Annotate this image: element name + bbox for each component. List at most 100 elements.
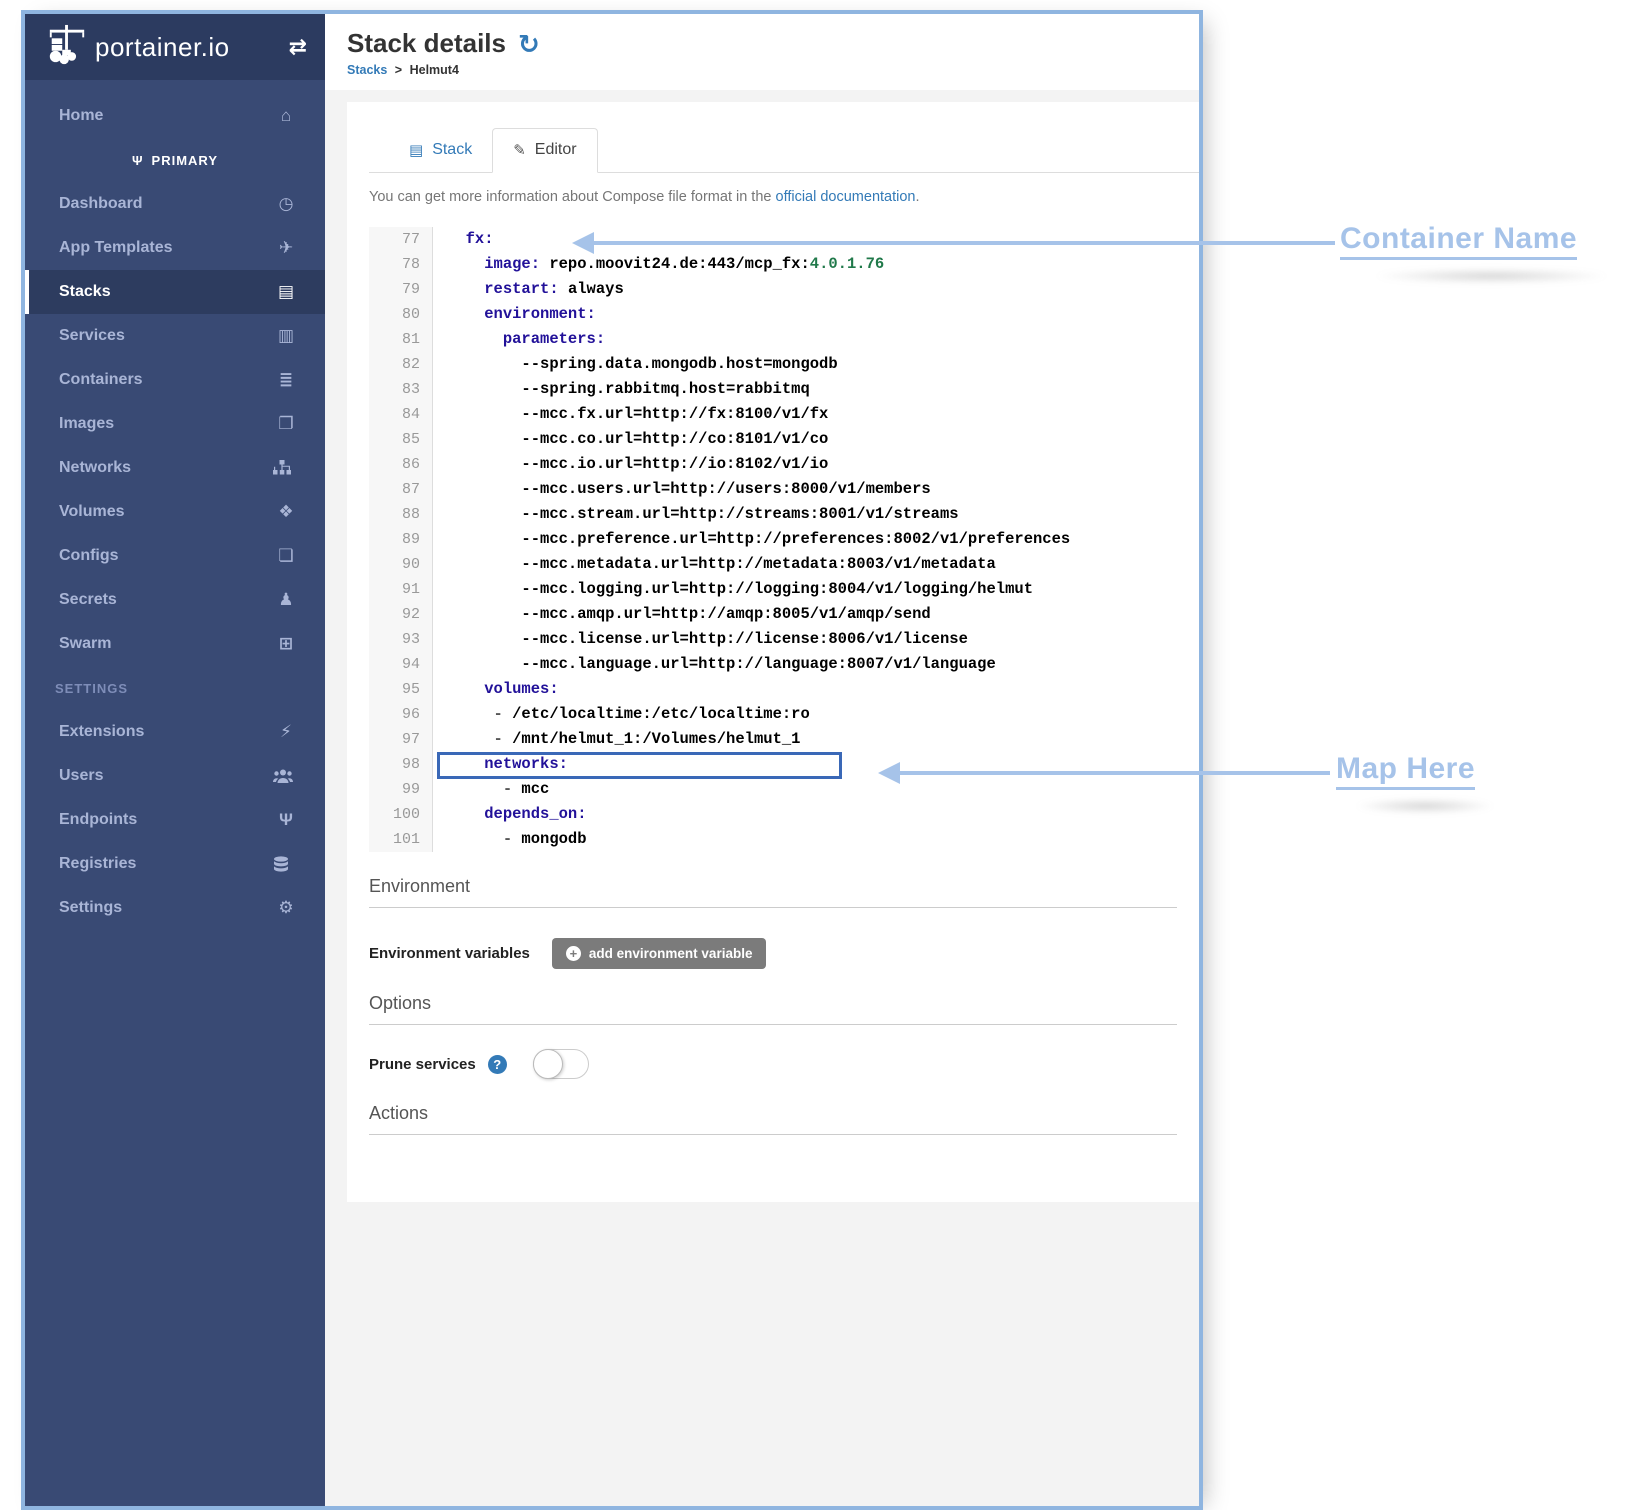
editor-line-92[interactable]: 92 --mcc.amqp.url=http://amqp:8005/v1/am…: [369, 602, 1199, 627]
sidebar-item-containers[interactable]: Containers≣: [25, 358, 325, 402]
sidebar-item-dashboard[interactable]: Dashboard◷: [25, 182, 325, 226]
pencil-icon: ✎: [513, 141, 526, 159]
line-number: 86: [369, 452, 433, 477]
editor-line-84[interactable]: 84 --mcc.fx.url=http://fx:8100/v1/fx: [369, 402, 1199, 427]
editor-line-100[interactable]: 100 depends_on:: [369, 802, 1199, 827]
page-title: Stack details: [347, 28, 506, 59]
tab-stack[interactable]: ▤ Stack: [389, 128, 492, 173]
code-text: - mcc: [433, 777, 549, 802]
sidebar-item-home[interactable]: Home⌂: [25, 94, 325, 138]
sidebar-item-images[interactable]: Images❐: [25, 402, 325, 446]
editor-line-99[interactable]: 99 - mcc: [369, 777, 1199, 802]
editor-line-93[interactable]: 93 --mcc.license.url=http://license:8006…: [369, 627, 1199, 652]
sidebar-item-label: Dashboard: [59, 195, 143, 213]
map-here-annotation: Map Here: [1336, 752, 1475, 790]
line-number: 91: [369, 577, 433, 602]
code-text: image: repo.moovit24.de:443/mcp_fx:4.0.1…: [433, 252, 884, 277]
code-text: --mcc.license.url=http://license:8006/v1…: [433, 627, 968, 652]
sidebar-item-secrets[interactable]: Secrets♟: [25, 578, 325, 622]
sidebar-item-label: Networks: [59, 459, 131, 477]
add-environment-variable-label: add environment variable: [589, 946, 753, 961]
editor-line-91[interactable]: 91 --mcc.logging.url=http://logging:8004…: [369, 577, 1199, 602]
editor-line-86[interactable]: 86 --mcc.io.url=http://io:8102/v1/io: [369, 452, 1199, 477]
editor-line-78[interactable]: 78 image: repo.moovit24.de:443/mcp_fx:4.…: [369, 252, 1199, 277]
sidebar-item-label: Configs: [59, 547, 119, 565]
editor-line-95[interactable]: 95 volumes:: [369, 677, 1199, 702]
editor-line-81[interactable]: 81 parameters:: [369, 327, 1199, 352]
plug-icon: Ψ: [132, 153, 144, 168]
code-text: volumes:: [433, 677, 559, 702]
refresh-icon[interactable]: ↻: [518, 31, 540, 57]
sidebar-item-users[interactable]: Users: [25, 754, 325, 798]
code-text: --mcc.stream.url=http://streams:8001/v1/…: [433, 502, 959, 527]
code-text: parameters:: [433, 327, 605, 352]
line-number: 85: [369, 427, 433, 452]
editor-line-82[interactable]: 82 --spring.data.mongodb.host=mongodb: [369, 352, 1199, 377]
breadcrumb-current: Helmut4: [410, 63, 459, 77]
sidebar: portainer.io ⇄ Home⌂ΨPRIMARYDashboard◷Ap…: [25, 14, 325, 1506]
tab-editor[interactable]: ✎ Editor: [492, 128, 597, 173]
container-name-annotation: Container Name: [1340, 222, 1577, 260]
line-number: 92: [369, 602, 433, 627]
line-number: 101: [369, 827, 433, 852]
code-text: --mcc.io.url=http://io:8102/v1/io: [433, 452, 828, 477]
brand-name: portainer.io: [95, 32, 230, 63]
exchange-endpoints-icon[interactable]: ⇄: [289, 34, 307, 60]
sidebar-item-networks[interactable]: Networks: [25, 446, 325, 490]
line-number: 90: [369, 552, 433, 577]
code-text: --mcc.logging.url=http://logging:8004/v1…: [433, 577, 1033, 602]
sidebar-item-label: Secrets: [59, 591, 117, 609]
editor-line-77[interactable]: 77 fx:: [369, 227, 1199, 252]
editor-line-79[interactable]: 79 restart: always: [369, 277, 1199, 302]
sidebar-item-app-templates[interactable]: App Templates✈: [25, 226, 325, 270]
editor-line-80[interactable]: 80 environment:: [369, 302, 1199, 327]
sidebar-item-label: Stacks: [59, 283, 111, 301]
line-number: 82: [369, 352, 433, 377]
editor-line-101[interactable]: 101 - mongodb: [369, 827, 1199, 852]
add-environment-variable-button[interactable]: + add environment variable: [552, 938, 767, 969]
sidebar-item-extensions[interactable]: Extensions ⚡: [25, 710, 325, 754]
sidebar-item-endpoints[interactable]: EndpointsΨ: [25, 798, 325, 842]
editor-line-85[interactable]: 85 --mcc.co.url=http://co:8101/v1/co: [369, 427, 1199, 452]
editor-line-83[interactable]: 83 --spring.rabbitmq.host=rabbitmq: [369, 377, 1199, 402]
editor-line-87[interactable]: 87 --mcc.users.url=http://users:8000/v1/…: [369, 477, 1199, 502]
compose-editor[interactable]: 77 fx:78 image: repo.moovit24.de:443/mcp…: [369, 227, 1199, 852]
editor-line-88[interactable]: 88 --mcc.stream.url=http://streams:8001/…: [369, 502, 1199, 527]
th-list-icon: ▤: [409, 141, 423, 159]
editor-line-94[interactable]: 94 --mcc.language.url=http://language:80…: [369, 652, 1199, 677]
editor-line-90[interactable]: 90 --mcc.metadata.url=http://metadata:80…: [369, 552, 1199, 577]
database-icon: [273, 856, 299, 873]
section-options-title: Options: [369, 985, 1177, 1025]
prune-services-row: Prune services ?: [369, 1049, 1199, 1079]
sidebar-item-services[interactable]: Services▥: [25, 314, 325, 358]
sidebar-item-label: Extensions: [59, 723, 144, 741]
editor-line-97[interactable]: 97 - /mnt/helmut_1:/Volumes/helmut_1: [369, 727, 1199, 752]
code-text: depends_on:: [433, 802, 587, 827]
tab-bar: ▤ Stack ✎ Editor: [369, 128, 1199, 173]
line-number: 81: [369, 327, 433, 352]
sidebar-item-swarm[interactable]: Swarm⊞: [25, 622, 325, 666]
sidebar-endpoint-primary[interactable]: ΨPRIMARY: [25, 138, 325, 182]
prune-services-toggle[interactable]: [533, 1049, 589, 1079]
code-text: --mcc.language.url=http://language:8007/…: [433, 652, 996, 677]
question-circle-icon[interactable]: ?: [488, 1055, 507, 1074]
official-documentation-link[interactable]: official documentation: [776, 189, 916, 205]
code-text: --spring.data.mongodb.host=mongodb: [433, 352, 838, 377]
line-number: 84: [369, 402, 433, 427]
object-group-icon: ⊞: [273, 634, 299, 654]
toggle-knob: [533, 1049, 563, 1079]
sidebar-item-volumes[interactable]: Volumes❖: [25, 490, 325, 534]
map-here-arrowhead: [878, 762, 900, 784]
line-number: 94: [369, 652, 433, 677]
editor-line-89[interactable]: 89 --mcc.preference.url=http://preferenc…: [369, 527, 1199, 552]
sidebar-item-stacks[interactable]: Stacks▤: [25, 270, 325, 314]
bolt-icon: ⚡: [273, 722, 299, 742]
breadcrumb-stacks-link[interactable]: Stacks: [347, 63, 387, 77]
stack-details-card: ▤ Stack ✎ Editor You can get more inform…: [347, 102, 1199, 1202]
sidebar-item-registries[interactable]: Registries: [25, 842, 325, 886]
line-number: 97: [369, 727, 433, 752]
sidebar-item-configs[interactable]: Configs❏: [25, 534, 325, 578]
sidebar-item-settings[interactable]: Settings⚙: [25, 886, 325, 930]
editor-line-96[interactable]: 96 - /etc/localtime:/etc/localtime:ro: [369, 702, 1199, 727]
environment-variables-row: Environment variables + add environment …: [369, 938, 1199, 969]
